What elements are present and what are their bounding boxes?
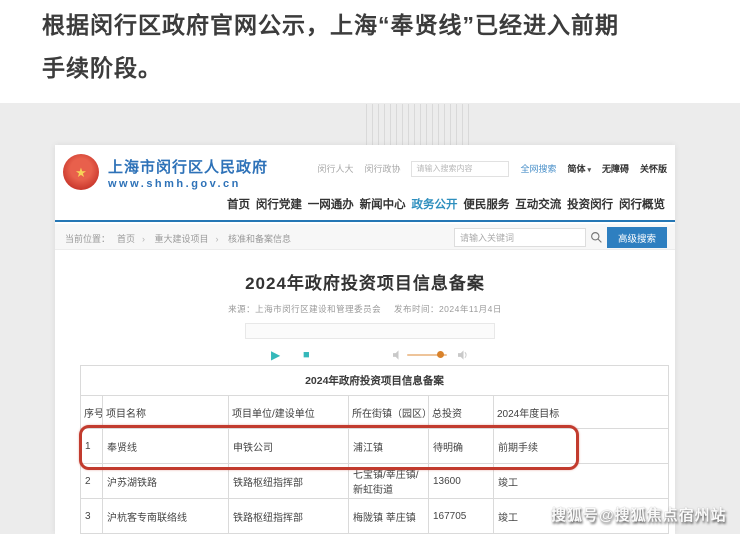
breadcrumb: 当前位置： 首页 重大建设项目 核准和备案信息 bbox=[65, 232, 291, 245]
link-zhengxie[interactable]: 闵行政协 bbox=[364, 162, 400, 175]
site-title: 上海市闵行区人民政府 bbox=[108, 156, 268, 177]
national-emblem-logo: ★ bbox=[63, 154, 99, 190]
accessibility-link[interactable]: 无障碍 bbox=[602, 162, 629, 175]
nav-overview[interactable]: 闵行概览 bbox=[619, 196, 665, 212]
nav-interaction[interactable]: 互动交流 bbox=[515, 196, 561, 212]
doc-source: 来源：上海市闵行区建设和管理委员会 bbox=[228, 304, 381, 314]
table-row-husuhu-railway: 2 沪苏湖铁路 铁路枢纽指挥部 七宝镇/莘庄镇/新虹街道 13600 竣工 bbox=[81, 464, 669, 499]
audio-reader-bar bbox=[245, 323, 495, 339]
keyword-search-input[interactable] bbox=[454, 228, 586, 247]
gov-site-window: ★ 上海市闵行区人民政府 www.shmh.gov.cn 闵行人大 闵行政协 全… bbox=[55, 145, 675, 534]
nav-one-portal[interactable]: 一网通办 bbox=[308, 196, 354, 212]
keyword-search-area: 高级搜索 bbox=[454, 227, 667, 248]
breadcrumb-filing-info[interactable]: 核准和备案信息 bbox=[216, 232, 292, 245]
nav-services[interactable]: 便民服务 bbox=[463, 196, 509, 212]
breadcrumb-major-projects[interactable]: 重大建设项目 bbox=[142, 232, 209, 245]
table-header-row: 序号 项目名称 项目单位/建设单位 所在街镇（园区） 总投资 2024年度目标 bbox=[81, 396, 669, 429]
col-investment: 总投资 bbox=[429, 396, 494, 429]
nav-gov-info[interactable]: 政务公开 bbox=[412, 196, 458, 212]
volume-low-icon bbox=[393, 350, 404, 360]
breadcrumb-label: 当前位置： bbox=[65, 232, 110, 245]
col-project-name: 项目名称 bbox=[103, 396, 229, 429]
volume-slider-handle[interactable] bbox=[437, 351, 444, 358]
page-title: 2024年政府投资项目信息备案 bbox=[55, 269, 675, 294]
site-url: www.shmh.gov.cn bbox=[108, 178, 241, 190]
audio-player-controls: ▶ ■ bbox=[245, 346, 495, 366]
nav-party[interactable]: 闵行党建 bbox=[256, 196, 302, 212]
stripe-decoration bbox=[366, 104, 472, 150]
doc-publish-date: 发布时间：2024年11月4日 bbox=[394, 304, 502, 314]
stop-icon[interactable]: ■ bbox=[303, 347, 310, 363]
language-switch[interactable]: 简体 bbox=[567, 162, 590, 175]
advanced-search-button[interactable]: 高级搜索 bbox=[607, 227, 667, 248]
care-mode-link[interactable]: 关怀版 bbox=[640, 162, 667, 175]
main-nav: 首页 闵行党建 一网通办 新闻中心 政务公开 便民服务 互动交流 投资闵行 闵行… bbox=[227, 191, 665, 217]
link-renda[interactable]: 闵行人大 bbox=[317, 162, 353, 175]
search-icon[interactable] bbox=[590, 231, 603, 244]
header-top-links: 闵行人大 闵行政协 全网搜索 简体 无障碍 关怀版 bbox=[327, 160, 667, 177]
watermark-text: 搜狐号@搜狐焦点宿州站 bbox=[551, 504, 727, 525]
table-caption: 2024年政府投资项目信息备案 bbox=[81, 366, 669, 396]
col-unit: 项目单位/建设单位 bbox=[229, 396, 349, 429]
nav-news[interactable]: 新闻中心 bbox=[360, 196, 406, 212]
col-index: 序号 bbox=[81, 396, 103, 429]
doc-meta: 来源：上海市闵行区建设和管理委员会 发布时间：2024年11月4日 bbox=[55, 303, 675, 315]
nav-home[interactable]: 首页 bbox=[227, 196, 250, 212]
table-row-fengxian-line: 1 奉贤线 申铁公司 浦江镇 待明确 前期手续 bbox=[81, 429, 669, 464]
site-search-button[interactable]: 全网搜索 bbox=[520, 162, 556, 175]
volume-high-icon bbox=[458, 350, 469, 360]
play-icon[interactable]: ▶ bbox=[271, 347, 280, 363]
nav-invest[interactable]: 投资闵行 bbox=[567, 196, 613, 212]
article-intro-text: 根据闵行区政府官网公示，上海“奉贤线”已经进入前期手续阶段。 bbox=[42, 4, 642, 90]
site-header: ★ 上海市闵行区人民政府 www.shmh.gov.cn 闵行人大 闵行政协 全… bbox=[55, 145, 675, 222]
breadcrumb-home[interactable]: 首页 bbox=[117, 232, 135, 245]
col-town: 所在街镇（园区） bbox=[349, 396, 429, 429]
col-2024-goal: 2024年度目标 bbox=[494, 396, 669, 429]
header-search-input[interactable] bbox=[411, 161, 509, 177]
breadcrumb-bar: 当前位置： 首页 重大建设项目 核准和备案信息 高级搜索 bbox=[55, 224, 675, 250]
